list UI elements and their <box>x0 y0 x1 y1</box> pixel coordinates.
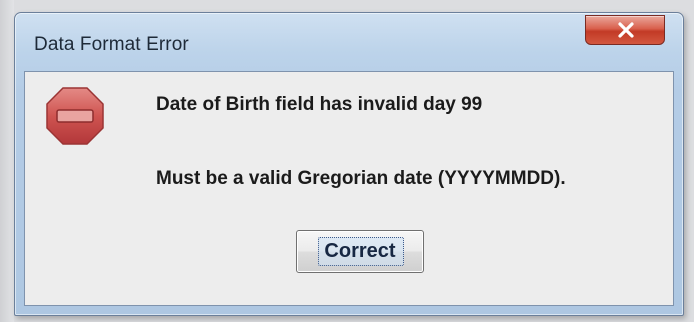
title-bar[interactable]: Data Format Error <box>15 13 683 71</box>
correct-button-label: Correct <box>324 240 396 262</box>
error-message-line-1: Date of Birth field has invalid day 99 <box>156 94 483 115</box>
error-message-line-2: Must be a valid Gregorian date (YYYYMMDD… <box>156 168 566 189</box>
close-icon <box>618 22 634 38</box>
error-dialog-window: Data Format Error Date of Birth field ha… <box>14 12 684 316</box>
background-edge <box>0 0 14 322</box>
correct-button[interactable]: Correct <box>296 230 424 273</box>
close-button[interactable] <box>585 15 665 45</box>
stop-sign-icon <box>46 87 104 145</box>
window-title: Data Format Error <box>34 34 189 55</box>
dialog-content: Date of Birth field has invalid day 99 M… <box>24 71 674 306</box>
